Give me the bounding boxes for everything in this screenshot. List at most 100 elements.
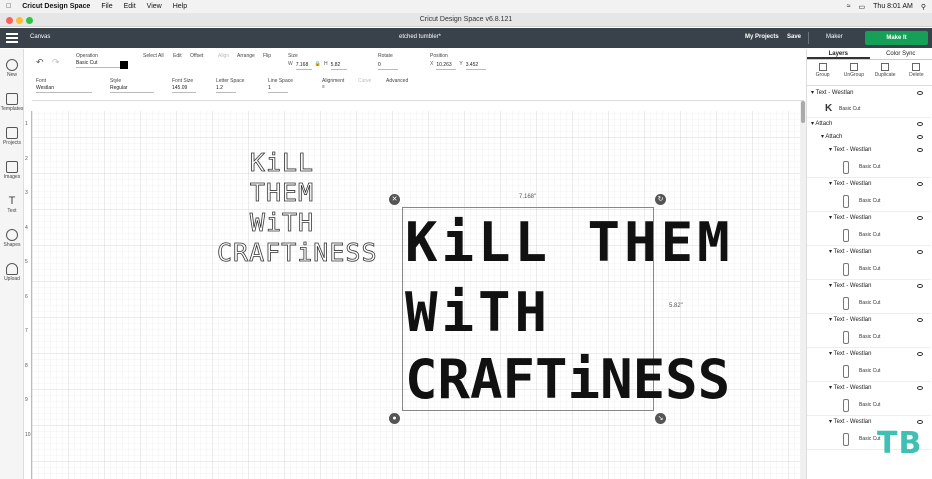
- eye-icon[interactable]: [917, 352, 923, 356]
- tab-color-sync[interactable]: Color Sync: [870, 49, 932, 59]
- wifi-icon[interactable]: ≈: [847, 3, 851, 10]
- text-layer-header[interactable]: ▾ Text - Westlan: [807, 382, 931, 395]
- eye-icon[interactable]: [917, 135, 923, 139]
- text-layer-item[interactable]: Basic Cut: [807, 191, 931, 212]
- width-input[interactable]: 7.168: [295, 61, 312, 70]
- text-layer-item[interactable]: Basic Cut: [807, 395, 931, 416]
- make-it-button[interactable]: Make It: [865, 31, 928, 45]
- text-layer-item[interactable]: Basic Cut: [807, 327, 931, 348]
- style-select[interactable]: Regular: [110, 84, 154, 93]
- zoom-window-button[interactable]: [26, 17, 33, 24]
- design-canvas[interactable]: KiLL THEM WiTH CRAFTiNESS KiLL THEM WiTH…: [32, 101, 800, 479]
- text-layer-header[interactable]: ▾ Text - Westlan: [807, 144, 931, 157]
- save-button[interactable]: Save: [787, 34, 801, 40]
- shirt-icon: [6, 93, 18, 105]
- nav-templates[interactable]: Templates: [0, 93, 24, 112]
- lock-handle-icon[interactable]: ●: [389, 413, 400, 424]
- text-layer-header[interactable]: ▾ Text - Westlan: [807, 246, 931, 259]
- minimize-window-button[interactable]: [16, 17, 23, 24]
- edit-label: Edit: [173, 53, 182, 59]
- text-layer-header[interactable]: ▾ Text - Westlan: [807, 314, 931, 327]
- tab-layers[interactable]: Layers: [807, 49, 870, 59]
- height-input[interactable]: 5.82: [330, 61, 347, 70]
- group-button[interactable]: Group: [807, 60, 838, 85]
- edit-button[interactable]: Edit: [173, 53, 182, 59]
- layer-name: Text - Westlan: [833, 317, 872, 323]
- layer-top-item[interactable]: K Basic Cut: [807, 100, 931, 118]
- eye-icon[interactable]: [917, 318, 923, 322]
- nav-images[interactable]: Images: [0, 161, 24, 180]
- apple-icon[interactable]: : [6, 3, 11, 10]
- offset-button[interactable]: Offset: [190, 53, 203, 59]
- machine-select[interactable]: Maker: [826, 34, 843, 40]
- eye-icon[interactable]: [917, 250, 923, 254]
- close-window-button[interactable]: [6, 17, 13, 24]
- rotate-handle-icon[interactable]: ↻: [655, 194, 666, 205]
- battery-icon[interactable]: ▭: [859, 3, 866, 11]
- my-projects-button[interactable]: My Projects: [745, 34, 779, 40]
- text-layer-header[interactable]: ▾ Text - Westlan: [807, 212, 931, 225]
- redo-icon[interactable]: ↷: [52, 57, 60, 68]
- delete-handle-icon[interactable]: ✕: [389, 194, 400, 205]
- text-layer-header[interactable]: ▾ Text - Westlan: [807, 348, 931, 361]
- menu-help[interactable]: Help: [173, 3, 187, 10]
- hamburger-menu-icon[interactable]: [6, 33, 18, 43]
- nav-projects[interactable]: Projects: [0, 127, 24, 146]
- undo-icon[interactable]: ↶: [36, 57, 44, 68]
- arrange-button[interactable]: Arrange: [237, 53, 255, 59]
- nav-new[interactable]: New: [0, 59, 24, 78]
- font-size-input[interactable]: 145.09: [172, 84, 196, 93]
- flip-button[interactable]: Flip: [263, 53, 271, 59]
- menu-view[interactable]: View: [147, 3, 162, 10]
- eye-icon[interactable]: [917, 420, 923, 424]
- text-layer-header[interactable]: ▾ Text - Westlan: [807, 280, 931, 293]
- curve-button[interactable]: Curve: [358, 78, 371, 84]
- clock[interactable]: Thu 8:01 AM: [873, 3, 913, 10]
- layer-top-header[interactable]: ▾ Text - Westlan: [807, 87, 931, 100]
- text-layer-item[interactable]: Basic Cut: [807, 157, 931, 178]
- select-all-button[interactable]: Select All: [143, 53, 164, 59]
- nav-text[interactable]: T Text: [0, 195, 24, 214]
- outline-text-group[interactable]: KiLL THEM WiTH CRAFTiNESS: [217, 148, 377, 268]
- text-layer-item[interactable]: Basic Cut: [807, 293, 931, 314]
- x-input[interactable]: 10.263: [436, 61, 457, 70]
- attach-inner-header[interactable]: ▾ Attach: [807, 131, 931, 144]
- scroll-thumb[interactable]: [801, 101, 805, 123]
- layer-name: Text - Westlan: [815, 90, 854, 96]
- line-space-input[interactable]: 1: [268, 84, 288, 93]
- text-layer-item[interactable]: Basic Cut: [807, 259, 931, 280]
- font-select[interactable]: Westlan: [36, 84, 92, 93]
- text-layer-header[interactable]: ▾ Text - Westlan: [807, 178, 931, 191]
- nav-shapes[interactable]: Shapes: [0, 229, 24, 248]
- text-layer-item[interactable]: Basic Cut: [807, 225, 931, 246]
- alignment-button[interactable]: Alignment ≡: [322, 78, 344, 90]
- operation-select[interactable]: Basic Cut: [76, 59, 120, 68]
- color-swatch[interactable]: [120, 61, 128, 69]
- align-button[interactable]: Align: [218, 53, 229, 59]
- search-icon[interactable]: ⚲: [921, 3, 926, 11]
- eye-icon[interactable]: [917, 284, 923, 288]
- layers-panel: Layers Color Sync Group UnGroup Duplicat…: [806, 49, 932, 479]
- eye-icon[interactable]: [917, 182, 923, 186]
- menu-file[interactable]: File: [101, 3, 112, 10]
- duplicate-button[interactable]: Duplicate: [870, 60, 901, 85]
- letter-space-input[interactable]: 1.2: [216, 84, 236, 93]
- nav-upload[interactable]: Upload: [0, 263, 24, 282]
- eye-icon[interactable]: [917, 216, 923, 220]
- rotate-input[interactable]: 0: [378, 61, 398, 70]
- menu-edit[interactable]: Edit: [124, 3, 136, 10]
- ungroup-button[interactable]: UnGroup: [838, 60, 869, 85]
- advanced-button[interactable]: Advanced: [386, 78, 408, 84]
- eye-icon[interactable]: [917, 91, 923, 95]
- eye-icon[interactable]: [917, 148, 923, 152]
- selection-box[interactable]: KiLL THEM WiTH CRAFTiNESS: [402, 207, 730, 411]
- y-input[interactable]: 3.452: [465, 61, 486, 70]
- delete-button[interactable]: Delete: [901, 60, 932, 85]
- attach-header[interactable]: ▾ Attach: [807, 118, 931, 131]
- eye-icon[interactable]: [917, 122, 923, 126]
- app-name[interactable]: Cricut Design Space: [22, 3, 90, 10]
- lock-icon[interactable]: 🔒: [315, 61, 321, 70]
- text-layer-item[interactable]: Basic Cut: [807, 361, 931, 382]
- eye-icon[interactable]: [917, 386, 923, 390]
- resize-handle-icon[interactable]: ↘: [655, 413, 666, 424]
